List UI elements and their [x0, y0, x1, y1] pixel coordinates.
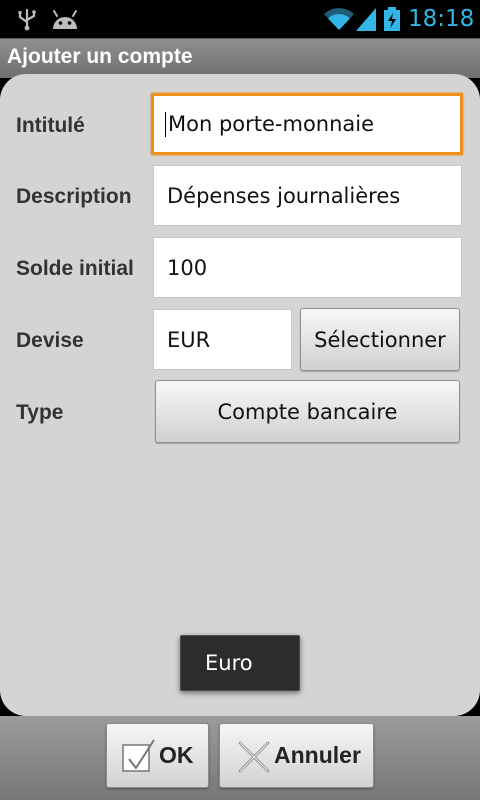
text-cursor — [165, 111, 166, 137]
signal-icon — [356, 8, 376, 31]
action-bar: OK Annuler — [0, 716, 480, 800]
close-icon — [238, 741, 270, 772]
description-value: Dépenses journalières — [167, 183, 401, 208]
android-debug-icon — [53, 10, 77, 29]
devise-value: EUR — [167, 327, 211, 352]
devise-label: Devise — [16, 329, 84, 352]
checkmark-icon — [122, 738, 155, 772]
clock: 18:18 — [408, 6, 475, 32]
status-bar: 18:18 — [0, 0, 480, 38]
devise-input[interactable]: EUR — [153, 309, 292, 370]
select-currency-button[interactable]: Sélectionner — [300, 308, 460, 371]
description-label: Description — [16, 185, 132, 208]
battery-charging-icon — [384, 7, 400, 31]
window-title: Ajouter un compte — [7, 45, 193, 68]
ok-button[interactable]: OK — [106, 723, 209, 788]
description-input[interactable]: Dépenses journalières — [153, 165, 462, 226]
wifi-icon — [324, 8, 354, 31]
solde-initial-value: 100 — [167, 255, 208, 280]
intitule-input[interactable]: Mon porte-monnaie — [151, 93, 463, 155]
toast-message: Euro — [180, 635, 300, 691]
title-bar: Ajouter un compte — [0, 38, 480, 78]
cancel-label: Annuler — [274, 742, 361, 768]
solde-initial-label: Solde initial — [16, 257, 134, 280]
usb-icon — [18, 8, 36, 31]
intitule-label: Intitulé — [16, 114, 85, 137]
cancel-button[interactable]: Annuler — [219, 723, 374, 788]
account-type-button[interactable]: Compte bancaire — [155, 380, 460, 443]
type-label: Type — [16, 401, 64, 424]
intitule-value: Mon porte-monnaie — [168, 112, 375, 136]
solde-initial-input[interactable]: 100 — [153, 237, 462, 298]
ok-label: OK — [159, 742, 194, 768]
form-panel: Intitulé Mon porte-monnaie Description D… — [0, 74, 480, 716]
